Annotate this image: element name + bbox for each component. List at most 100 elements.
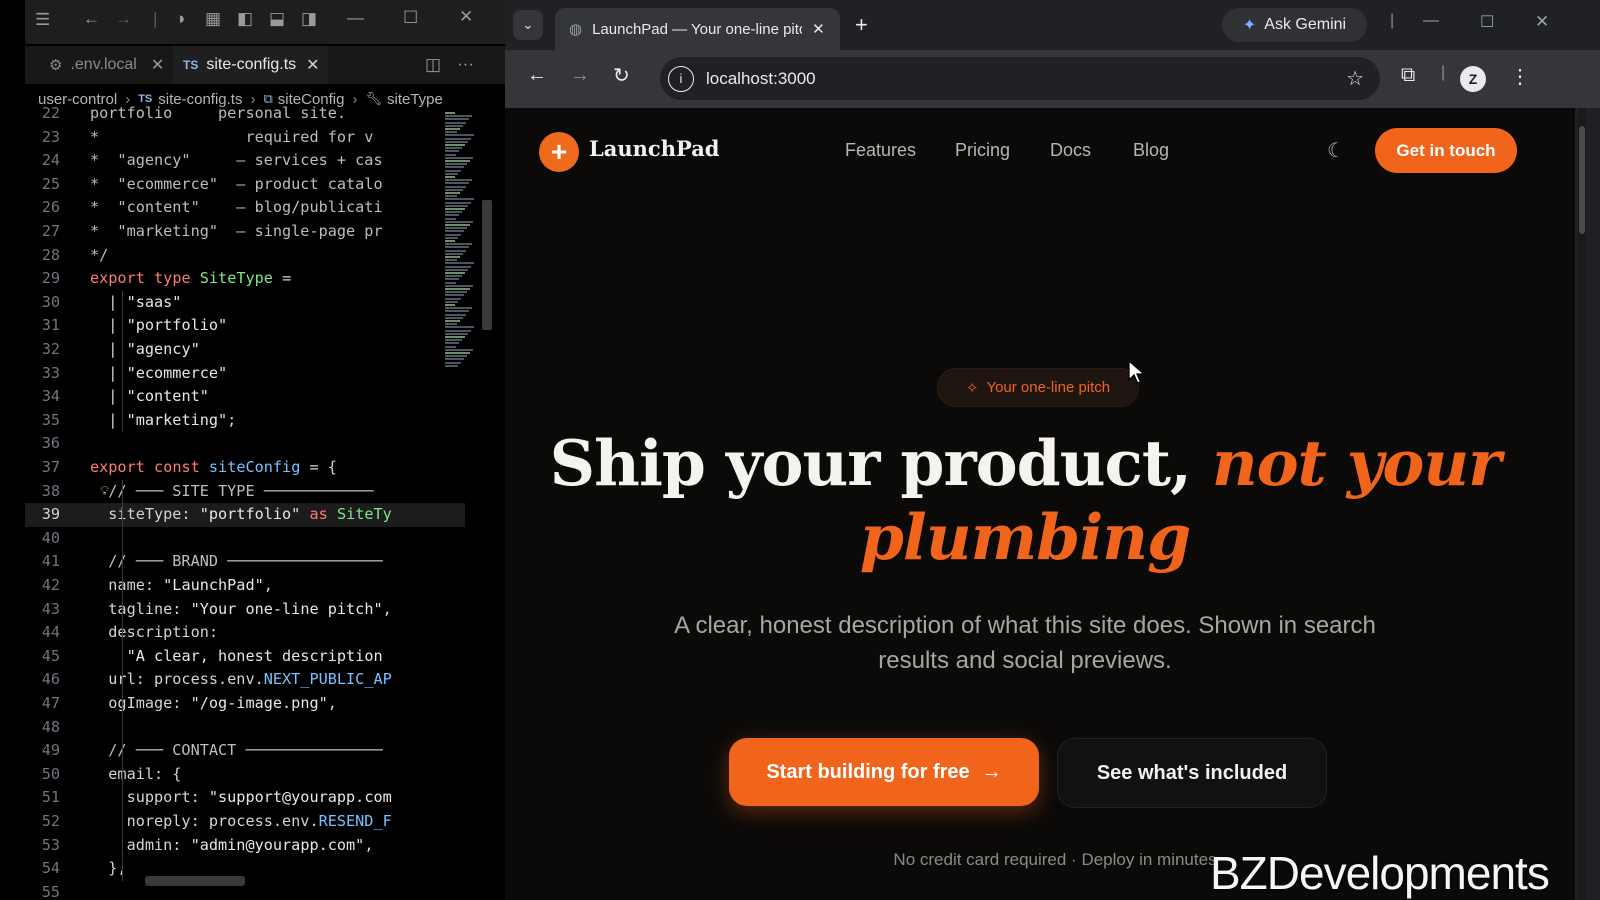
code-line[interactable]: 46 url: process.env.NEXT_PUBLIC_AP [25,668,465,692]
extensions-icon[interactable]: ⧉ [1401,64,1415,87]
code-line[interactable]: 27 * "marketing" — single-page pr [25,220,465,244]
get-in-touch-button[interactable]: Get in touch [1375,128,1517,173]
close-tab-icon[interactable]: ✕ [306,55,319,75]
code-line[interactable]: 37 export const siteConfig = { [25,456,465,480]
minimap-row [445,166,464,169]
minimap-row [445,320,460,322]
code-line[interactable]: 35 | "marketing"; [25,409,465,433]
nav-pricing[interactable]: Pricing [955,140,1010,161]
reload-icon[interactable]: ↻ [613,63,630,88]
line-number: 39 [41,505,60,524]
theme-toggle-moon-icon[interactable]: ☾ [1327,138,1345,163]
menu-icon[interactable]: ☰ [35,10,50,30]
code-line[interactable]: 31 | "portfolio" [25,314,465,338]
code-line[interactable]: 23 * required for v [25,126,465,150]
minimap-row [445,323,457,326]
ask-gemini-button[interactable]: ✦ Ask Gemini [1222,8,1367,42]
line-number: 29 [41,269,60,288]
forward-arrow-icon[interactable]: → [115,9,132,29]
profile-avatar[interactable]: Z [1460,66,1486,92]
code-line[interactable]: 28 */ [25,244,465,268]
more-actions-icon[interactable]: ··· [457,54,474,74]
maximize-icon[interactable]: ☐ [403,8,418,28]
start-building-button[interactable]: Start building for free → [729,738,1039,806]
line-number: 32 [41,340,60,358]
minimize-icon[interactable]: — [347,8,364,28]
address-bar[interactable]: i localhost:3000 ☆ [660,57,1380,100]
code-line[interactable]: 51 support: "support@yourapp.com [25,786,465,810]
minimap-row [445,291,467,294]
bookmark-star-icon[interactable]: ☆ [1346,66,1364,91]
toggle-sidebar-icon[interactable]: ◧ [237,9,253,29]
tab-site-config[interactable]: TS site-config.ts ✕ [173,46,328,84]
code-line[interactable]: 32 | "agency" [25,338,465,362]
code-line[interactable]: 53 admin: "admin@yourapp.com", [25,834,465,858]
line-number: 48 [41,717,60,736]
code-line[interactable]: 22 portfolio personal site. [25,102,465,126]
code-line[interactable]: 42 name: "LaunchPad", [25,574,465,598]
site-info-icon[interactable]: i [668,65,694,92]
toggle-panel-icon[interactable]: ⬓ [269,9,285,29]
code-line[interactable]: 26 * "content" — blog/publicati [25,196,465,220]
code-line[interactable]: 36 [25,432,465,456]
brand-name[interactable]: LaunchPad [589,136,719,161]
code-line[interactable]: 38 // ─── SITE TYPE ──────────── 💡︎ [25,480,465,504]
code-line[interactable]: 44 description: [25,621,465,645]
layout-grid-icon[interactable]: ▦ [205,9,221,29]
code-line[interactable]: 54 }, [25,857,465,881]
vertical-scrollbar[interactable] [482,200,492,330]
close-window-icon[interactable]: ✕ [1535,12,1549,32]
gemini-sparkle-icon: ✦ [1242,17,1257,34]
tab-search-icon[interactable]: ⌄ [513,10,543,40]
browser-tab-active[interactable]: ◍ LaunchPad — Your one-line pitc ✕ [555,8,840,50]
minimap-row [445,339,462,342]
back-arrow-icon[interactable]: ← [83,9,100,29]
kebab-menu-icon[interactable]: ⋮ [1510,64,1530,89]
lightbulb-icon[interactable]: 💡︎ [100,480,109,504]
code-line[interactable]: 55 [25,881,465,900]
minimize-icon[interactable]: — [1423,12,1439,30]
copilot-icon[interactable]: ◑ [175,9,185,29]
code-line[interactable]: 41 // ─── BRAND ───────────────── [25,550,465,574]
back-icon[interactable]: ← [527,64,547,87]
url-text[interactable]: localhost:3000 [706,69,816,89]
see-whats-included-button[interactable]: See what's included [1057,738,1327,808]
code-line[interactable]: 47 ogImage: "/og-image.png", [25,692,465,716]
minimap[interactable] [445,112,475,372]
close-tab-icon[interactable]: ✕ [151,55,164,75]
code-line[interactable]: 24 * "agency" — services + cas [25,149,465,173]
code-area[interactable]: 22 portfolio personal site. 23 * required f… [25,102,480,900]
new-tab-icon[interactable]: + [855,12,868,38]
tab-env-local[interactable]: ⚙ .env.local ✕ [25,46,170,84]
line-number: 44 [41,623,60,642]
split-editor-icon[interactable]: ◫ [425,55,441,75]
maximize-icon[interactable]: ☐ [1480,12,1494,32]
code-line[interactable]: 49 // ─── CONTACT ─────────────── [25,739,465,763]
horizontal-scrollbar[interactable] [145,876,245,886]
code-line[interactable]: 43 tagline: "Your one-line pitch", [25,598,465,622]
code-line[interactable]: 39 siteType: "portfolio" as SiteTy [25,503,465,527]
nav-features[interactable]: Features [845,140,916,161]
code-line[interactable]: 25 * "ecommerce" — product catalo [25,173,465,197]
code-line[interactable]: 45 "A clear, honest description [25,645,465,669]
minimap-row [445,345,456,348]
launchpad-logo-icon[interactable]: + [539,132,579,172]
code-line[interactable]: 52 noreply: process.env.RESEND_F [25,810,465,834]
toggle-secondary-sidebar-icon[interactable]: ◨ [301,9,317,29]
code-line[interactable]: 30 | "saas" [25,291,465,315]
page-scrollbar-thumb[interactable] [1579,126,1585,234]
code-line[interactable]: 29 export type SiteType = [25,267,465,291]
code-line[interactable]: 40 [25,527,465,551]
browser-tab-strip: ⌄ ◍ LaunchPad — Your one-line pitc ✕ + ✦… [505,0,1600,50]
code-line[interactable]: 33 | "ecommerce" [25,362,465,386]
close-window-icon[interactable]: ✕ [459,7,473,27]
code-line[interactable]: 48 [25,716,465,740]
nav-docs[interactable]: Docs [1050,140,1091,161]
forward-icon[interactable]: → [570,64,590,87]
page-scrollbar[interactable] [1578,108,1586,900]
minimap-row [445,156,473,159]
nav-blog[interactable]: Blog [1133,140,1169,161]
code-line[interactable]: 34 | "content" [25,385,465,409]
close-tab-icon[interactable]: ✕ [812,20,825,38]
code-line[interactable]: 50 email: { [25,763,465,787]
